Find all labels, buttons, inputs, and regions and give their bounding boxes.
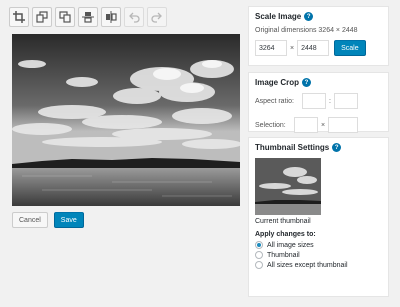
radio-label: Thumbnail [267, 251, 300, 259]
scale-controls: × Scale [255, 40, 382, 56]
redo-button[interactable] [147, 7, 167, 27]
scale-separator: × [290, 44, 295, 52]
selection-row: Selection: × [255, 117, 382, 133]
image-crop-panel: Image Crop ? Aspect ratio: : Selection: … [248, 72, 389, 133]
scale-image-panel: Scale Image ? Original dimensions 3264 ×… [248, 6, 389, 66]
redo-icon [151, 12, 162, 23]
thumbnail-settings-panel: Thumbnail Settings ? Current thumbnail A… [248, 137, 389, 297]
selection-width-input[interactable] [294, 117, 318, 133]
radio-all-except-thumbnail[interactable]: All sizes except thumbnail [255, 261, 382, 269]
aspect-ratio-height-input[interactable] [333, 93, 358, 109]
undo-icon [129, 12, 140, 23]
radio-button[interactable] [255, 261, 263, 269]
scale-image-heading: Scale Image ? [255, 12, 382, 21]
thumbnail-settings-title: Thumbnail Settings [255, 143, 330, 152]
image-edit-toolbar [9, 7, 167, 27]
thumbnail-settings-heading: Thumbnail Settings ? [255, 143, 382, 152]
flip-horizontal-icon [106, 11, 117, 23]
aspect-ratio-row: Aspect ratio: : [255, 93, 382, 109]
help-icon[interactable]: ? [332, 143, 342, 152]
rotate-right-icon [59, 11, 71, 23]
save-button[interactable]: Save [53, 212, 84, 228]
scale-image-title: Scale Image [255, 12, 302, 21]
apply-changes-label: Apply changes to: [255, 231, 316, 238]
aspect-ratio-label: Aspect ratio: [255, 97, 294, 105]
scale-button[interactable]: Scale [334, 40, 366, 56]
original-dimensions: Original dimensions 3264 × 2448 [255, 27, 358, 34]
rotate-left-button[interactable] [32, 7, 52, 27]
flip-horizontal-button[interactable] [101, 7, 121, 27]
radio-label: All sizes except thumbnail [267, 261, 348, 269]
selection-height-input[interactable] [328, 117, 359, 133]
current-thumbnail [255, 158, 321, 215]
help-icon[interactable]: ? [302, 78, 312, 87]
undo-button[interactable] [124, 7, 144, 27]
radio-label: All image sizes [267, 241, 314, 249]
aspect-ratio-separator: : [329, 97, 331, 105]
image-crop-heading: Image Crop ? [255, 78, 382, 87]
crop-button[interactable] [9, 7, 29, 27]
flip-vertical-button[interactable] [78, 7, 98, 27]
aspect-ratio-width-input[interactable] [302, 93, 326, 109]
landscape-photo [12, 34, 240, 206]
image-crop-title: Image Crop [255, 78, 300, 87]
thumbnail-photo [255, 158, 321, 215]
flip-vertical-icon [82, 12, 94, 23]
scale-width-input[interactable] [255, 40, 287, 56]
radio-thumbnail[interactable]: Thumbnail [255, 251, 382, 259]
thumbnail-caption: Current thumbnail [255, 218, 311, 225]
cancel-button[interactable]: Cancel [12, 212, 48, 228]
edit-actions: Cancel Save [12, 212, 84, 228]
image-preview[interactable] [12, 34, 240, 206]
crop-icon [13, 11, 25, 23]
selection-label: Selection: [255, 121, 286, 129]
radio-button[interactable] [255, 241, 263, 249]
rotate-left-icon [36, 11, 48, 23]
rotate-right-button[interactable] [55, 7, 75, 27]
selection-separator: × [321, 121, 326, 129]
help-icon[interactable]: ? [304, 12, 314, 21]
scale-height-input[interactable] [297, 40, 330, 56]
radio-all-image-sizes[interactable]: All image sizes [255, 241, 382, 249]
radio-button[interactable] [255, 251, 263, 259]
